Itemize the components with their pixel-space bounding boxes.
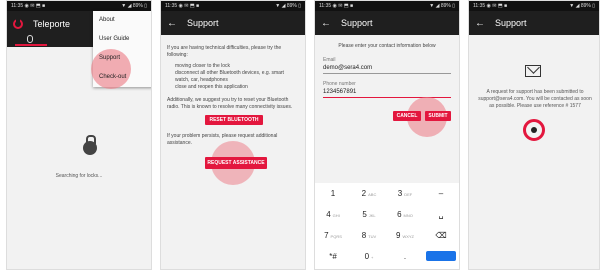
status-left: 11:35 ◉ ✉ ⬒ ■ — [11, 3, 45, 9]
key[interactable]: 5 JKL — [354, 210, 384, 219]
searching-status: Searching for locks... — [55, 173, 103, 179]
menu-item-check-out[interactable]: Check-out — [93, 68, 151, 87]
status-bar: 11:35 ◉ ✉ ⬒ ■ ▼ ◢ 89% ▯ — [7, 1, 151, 11]
back-arrow-icon[interactable]: ← — [475, 18, 485, 29]
key[interactable]: 2 ABC — [354, 189, 384, 198]
key-label: – — [438, 189, 444, 198]
key-sublabel: DEF — [404, 192, 413, 197]
status-bar: 11:35 ◉ ✉ ⬒ ■ ▼ ◢ 89% ▯ — [161, 1, 305, 11]
key-label: 2 — [361, 189, 367, 198]
key-label: ␣ — [438, 210, 444, 219]
key-sublabel: WXYZ — [402, 234, 414, 239]
key-sublabel: TUV — [368, 234, 377, 239]
status-bar: 11:35 ◉ ✉ ⬒ ■ ▼ ◢ 89% ▯ — [315, 1, 459, 11]
keyboard-row: 4 GHI 5 JKL 6 MNO ␣ — [315, 204, 459, 225]
email-label: Email — [323, 57, 336, 63]
keyboard-row: 7 PQRS 8 TUV 9 WXYZ ⌫ — [315, 225, 459, 246]
bullet-3: close and reopen this application — [175, 84, 248, 90]
menu-item-support[interactable]: Support — [93, 49, 151, 68]
back-arrow-icon[interactable]: ← — [167, 18, 177, 29]
page-title: Support — [495, 18, 527, 28]
key[interactable]: . — [390, 252, 420, 261]
numeric-keyboard: 1 2 ABC 3 DEF – 4 GHI 5 JKL 6 MNO ␣ 7 PQRS 8 TUV 9 WXYZ ⌫ *#… — [315, 183, 459, 269]
lock-tab-icon[interactable] — [27, 35, 33, 43]
menu-item-about[interactable]: About — [93, 11, 151, 30]
key-label: 5 — [362, 210, 367, 219]
key[interactable]: 7 PQRS — [318, 231, 348, 240]
screen-support-help: 11:35 ◉ ✉ ⬒ ■ ▼ ◢ 89% ▯ ← Support If you… — [160, 0, 306, 270]
key[interactable]: 9 WXYZ — [390, 231, 420, 240]
submit-button[interactable]: SUBMIT — [425, 111, 451, 121]
mail-icon — [525, 65, 541, 77]
key-sublabel: + — [371, 255, 374, 260]
key-sublabel: GHI — [332, 213, 340, 218]
reset-bluetooth-button[interactable]: RESET BLUETOOTH — [205, 115, 263, 125]
tab-indicator — [15, 44, 47, 46]
app-bar: ← Support — [469, 11, 599, 35]
bullet-list: moving closer to the lock disconnect all… — [161, 63, 305, 91]
keyboard-row: 1 2 ABC 3 DEF – — [315, 183, 459, 204]
bluetooth-text: Additionally, we suggest you try to rese… — [167, 97, 293, 110]
bullet-2: disconnect all other Bluetooth devices, … — [175, 70, 284, 83]
key-sublabel: ABC — [368, 192, 377, 197]
key[interactable]: 8 TUV — [354, 231, 384, 240]
request-assistance-button[interactable]: REQUEST ASSISTANCE — [205, 157, 267, 169]
key-label: 9 — [395, 231, 401, 240]
overflow-menu: About User Guide Support Check-out — [93, 11, 151, 87]
key[interactable]: 3 DEF — [390, 189, 420, 198]
cancel-button[interactable]: CANCEL — [393, 111, 421, 121]
teleporte-logo-icon — [13, 18, 23, 29]
key-label: *# — [329, 252, 337, 261]
status-right: ▼ ◢ 89% ▯ — [275, 3, 301, 9]
page-title: Support — [341, 18, 373, 28]
screen-teleporte: 11:35 ◉ ✉ ⬒ ■ ▼ ◢ 89% ▯ Teleporte About … — [6, 0, 152, 270]
key-label: 8 — [361, 231, 367, 240]
status-left: 11:35 ◉ ✉ ⬒ ■ — [473, 3, 507, 9]
key-sublabel: JKL — [368, 213, 376, 218]
back-arrow-icon[interactable]: ← — [321, 18, 331, 29]
key-label: ⌫ — [435, 231, 447, 240]
menu-item-user-guide[interactable]: User Guide — [93, 30, 151, 49]
key-label: 6 — [397, 210, 402, 219]
key[interactable]: 4 GHI — [318, 210, 348, 219]
keyboard-row: *# 0 +. — [315, 246, 459, 267]
key[interactable]: ⌫ — [426, 231, 456, 240]
key[interactable]: 6 MNO — [390, 210, 420, 219]
key-label: . — [403, 252, 407, 261]
app-bar: ← Support — [315, 11, 459, 35]
app-bar: ← Support — [161, 11, 305, 35]
email-field[interactable]: demo@sera4.com — [323, 65, 451, 74]
done-key-icon[interactable] — [426, 250, 456, 261]
status-right: ▼ ◢ 89% ▯ — [121, 3, 147, 9]
key-label: 3 — [397, 189, 403, 198]
key-label: 0 — [364, 252, 370, 261]
status-right: ▼ ◢ 89% ▯ — [429, 3, 455, 9]
confirmation-message: A request for support has been submitted… — [478, 89, 592, 109]
status-left: 11:35 ◉ ✉ ⬒ ■ — [165, 3, 199, 9]
status-left: 11:35 ◉ ✉ ⬒ ■ — [319, 3, 353, 9]
contact-prompt: Please enter your contact information be… — [338, 43, 436, 49]
status-bar: 11:35 ◉ ✉ ⬒ ■ ▼ ◢ 89% ▯ — [469, 1, 599, 11]
app-title: Teleporte — [33, 19, 71, 29]
key-label: 7 — [324, 231, 329, 240]
phone-label: Phone number — [323, 81, 356, 87]
key[interactable] — [426, 250, 456, 263]
key-sublabel: PQRS — [330, 234, 342, 239]
page-title: Support — [187, 18, 219, 28]
key[interactable]: ␣ — [426, 210, 456, 219]
key[interactable]: *# — [318, 252, 348, 261]
key-label: 1 — [330, 189, 336, 198]
key-label: 4 — [326, 210, 331, 219]
screen-support-confirmation: 11:35 ◉ ✉ ⬒ ■ ▼ ◢ 89% ▯ ← Support A requ… — [468, 0, 600, 270]
key[interactable]: – — [426, 189, 456, 198]
teleporte-logo-icon — [523, 119, 545, 141]
screen-support-contact: 11:35 ◉ ✉ ⬒ ■ ▼ ◢ 89% ▯ ← Support Please… — [314, 0, 460, 270]
key[interactable]: 1 — [318, 189, 348, 198]
status-right: ▼ ◢ 89% ▯ — [569, 3, 595, 9]
lock-icon — [83, 135, 97, 155]
bullet-1: moving closer to the lock — [175, 63, 231, 69]
intro-text: If you are having technical difficulties… — [167, 45, 282, 58]
key[interactable]: 0 + — [354, 252, 384, 261]
key-sublabel: MNO — [403, 213, 413, 218]
